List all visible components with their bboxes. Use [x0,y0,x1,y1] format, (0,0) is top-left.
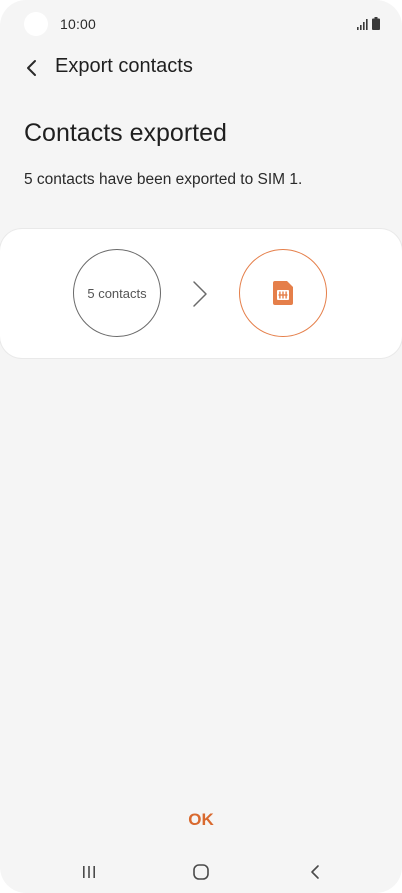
recents-button[interactable] [78,862,100,882]
export-description: 5 contacts have been exported to SIM 1. [24,171,303,188]
back-icon [311,865,319,879]
header-title: Export contacts [55,55,193,77]
sim-target-circle [239,249,327,337]
app-header: Export contacts [0,48,402,88]
home-button[interactable] [190,861,212,883]
contacts-source-circle: 5 contacts [73,249,161,337]
navigation-bar [0,850,402,893]
status-bar: 10:00 [0,0,402,48]
nav-back-button[interactable] [304,861,326,883]
chevron-right-icon [193,281,207,307]
sim-card-icon [273,281,293,305]
status-time: 10:00 [60,16,97,32]
contacts-count-label: 5 contacts [87,285,147,301]
status-icons [357,17,380,30]
screen: 10:00 Export contacts Contacts exported … [0,0,402,893]
recents-icon [83,866,95,878]
home-icon [193,864,209,880]
signal-icon [357,19,368,30]
back-button[interactable] [18,54,46,82]
camera-cutout [24,12,48,36]
page-title: Contacts exported [24,119,227,147]
chevron-left-icon [27,60,36,76]
export-summary-card: 5 contacts [0,229,402,358]
ok-button[interactable]: OK [160,806,242,834]
battery-icon [372,17,380,30]
